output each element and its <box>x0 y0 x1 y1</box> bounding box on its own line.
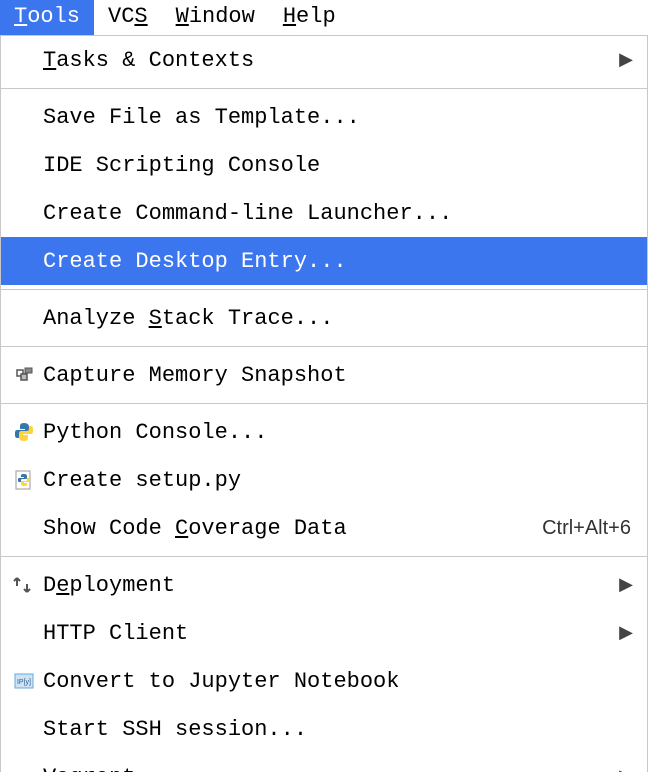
menubar-vcs[interactable]: VCS <box>94 0 162 35</box>
menu-tasks-label: Tasks & Contexts <box>43 48 619 73</box>
deployment-icon <box>9 570 39 600</box>
menu-capture-memory[interactable]: Capture Memory Snapshot <box>1 351 647 399</box>
menu-deployment-label: Deployment <box>43 573 619 598</box>
menu-separator <box>1 289 647 290</box>
blank-icon <box>9 762 39 772</box>
menu-deployment[interactable]: Deployment ▶ <box>1 561 647 609</box>
menu-coverage-shortcut: Ctrl+Alt+6 <box>542 517 639 540</box>
menu-desktop-label: Create Desktop Entry... <box>43 249 639 274</box>
blank-icon <box>9 102 39 132</box>
menu-stack-label: Analyze Stack Trace... <box>43 306 639 331</box>
menu-analyze-stack-trace[interactable]: Analyze Stack Trace... <box>1 294 647 342</box>
blank-icon <box>9 246 39 276</box>
menu-create-desktop-entry[interactable]: Create Desktop Entry... <box>1 237 647 285</box>
menu-python-console[interactable]: Python Console... <box>1 408 647 456</box>
menubar-window-label: Window <box>176 4 255 29</box>
submenu-arrow-icon: ▶ <box>619 49 639 71</box>
menubar-window[interactable]: Window <box>162 0 269 35</box>
python-icon <box>9 417 39 447</box>
menu-tasks-contexts[interactable]: Tasks & Contexts ▶ <box>1 36 647 84</box>
menu-jupyter-label: Convert to Jupyter Notebook <box>43 669 639 694</box>
menu-create-setup-py[interactable]: Create setup.py <box>1 456 647 504</box>
blank-icon <box>9 303 39 333</box>
submenu-arrow-icon: ▶ <box>619 766 639 772</box>
menubar-help-label: Help <box>283 4 336 29</box>
menu-save-template[interactable]: Save File as Template... <box>1 93 647 141</box>
svg-text:IP[y]: IP[y] <box>17 679 31 686</box>
menu-separator <box>1 346 647 347</box>
blank-icon <box>9 513 39 543</box>
menu-save-template-label: Save File as Template... <box>43 105 639 130</box>
blank-icon <box>9 150 39 180</box>
menubar-tools-label: Tools <box>14 4 80 29</box>
menu-pyconsole-label: Python Console... <box>43 420 639 445</box>
menu-separator <box>1 556 647 557</box>
python-file-icon <box>9 465 39 495</box>
menu-vagrant-label: Vagrant <box>43 765 619 772</box>
menu-start-ssh[interactable]: Start SSH session... <box>1 705 647 753</box>
menu-ssh-label: Start SSH session... <box>43 717 639 742</box>
blank-icon <box>9 714 39 744</box>
ipython-icon: IP[y] <box>9 666 39 696</box>
menu-convert-jupyter[interactable]: IP[y] Convert to Jupyter Notebook <box>1 657 647 705</box>
memory-snapshot-icon <box>9 360 39 390</box>
menu-coverage-label: Show Code Coverage Data <box>43 516 542 541</box>
menu-http-client[interactable]: HTTP Client ▶ <box>1 609 647 657</box>
blank-icon <box>9 618 39 648</box>
menubar-help[interactable]: Help <box>269 0 350 35</box>
menubar: Tools VCS Window Help <box>0 0 648 36</box>
submenu-arrow-icon: ▶ <box>619 622 639 644</box>
menu-http-label: HTTP Client <box>43 621 619 646</box>
menu-memsnap-label: Capture Memory Snapshot <box>43 363 639 388</box>
menu-setup-py-label: Create setup.py <box>43 468 639 493</box>
submenu-arrow-icon: ▶ <box>619 574 639 596</box>
menu-separator <box>1 403 647 404</box>
menu-cmdline-launcher[interactable]: Create Command-line Launcher... <box>1 189 647 237</box>
menu-show-coverage[interactable]: Show Code Coverage Data Ctrl+Alt+6 <box>1 504 647 552</box>
tools-menu: Tasks & Contexts ▶ Save File as Template… <box>0 36 648 772</box>
menu-ide-scripting[interactable]: IDE Scripting Console <box>1 141 647 189</box>
menu-ide-scripting-label: IDE Scripting Console <box>43 153 639 178</box>
menu-vagrant[interactable]: Vagrant ▶ <box>1 753 647 772</box>
menu-cmdline-label: Create Command-line Launcher... <box>43 201 639 226</box>
menu-separator <box>1 88 647 89</box>
blank-icon <box>9 45 39 75</box>
menubar-vcs-label: VCS <box>108 4 148 29</box>
menubar-tools[interactable]: Tools <box>0 0 94 35</box>
blank-icon <box>9 198 39 228</box>
